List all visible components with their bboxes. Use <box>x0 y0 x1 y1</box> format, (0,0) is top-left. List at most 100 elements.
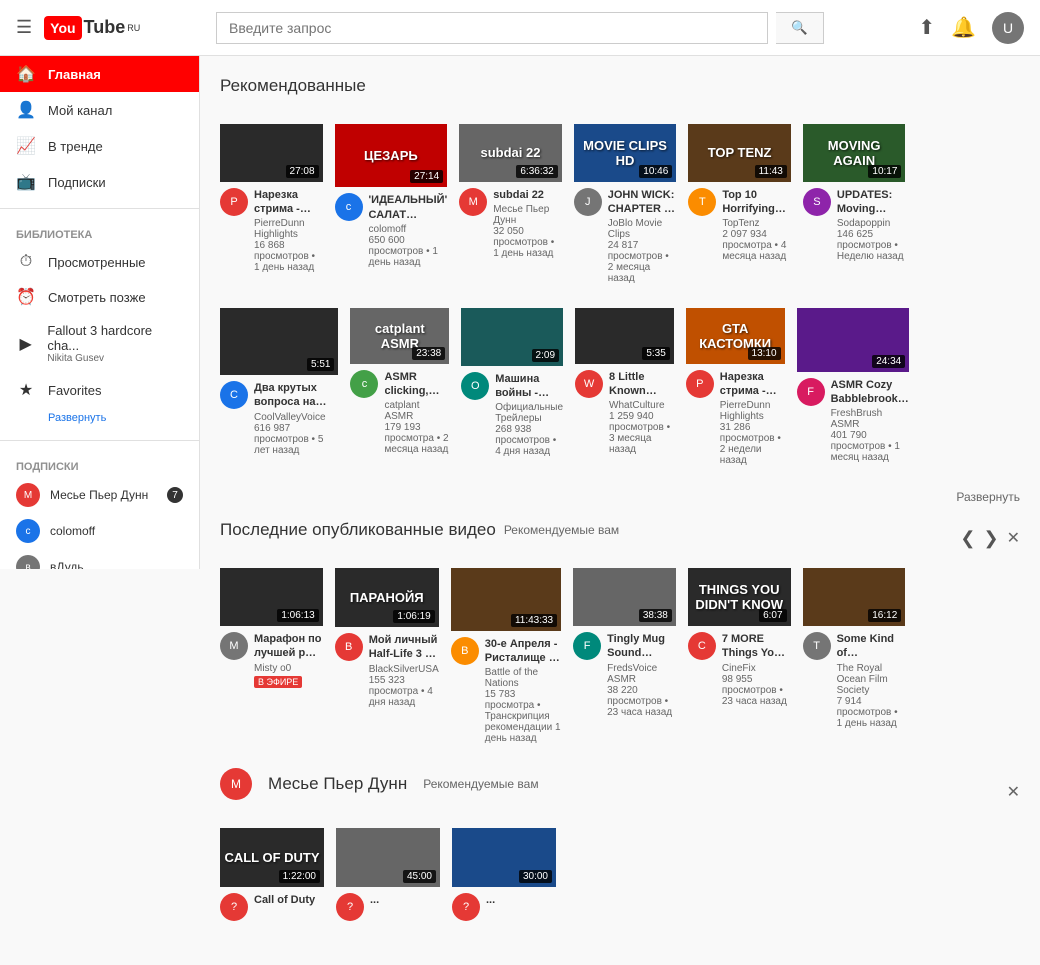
video-title: 30-е Апреля - Ристалище 1 (Русские комме… <box>485 637 561 666</box>
video-card[interactable]: 11:43:33 B 30-е Апреля - Ристалище 1 (Ру… <box>451 568 561 744</box>
sidebar-item-watch-later[interactable]: ⏰ Смотреть позже <box>0 279 199 315</box>
history-icon: ⏱ <box>16 253 36 271</box>
recent-grid: 1:06:13 M Марафон по лучшей рпг времени,… <box>220 568 1020 744</box>
video-card[interactable]: 5:51 C Два крутых вопроса на собеседован… <box>220 308 338 466</box>
video-info: T Top 10 Horrifying Facts about the ROMA… <box>688 182 791 263</box>
sidebar-item-subscriptions[interactable]: 📺 Подписки <box>0 164 199 200</box>
playlist-icon: ▶ <box>16 334 35 354</box>
library-expand-btn[interactable]: Развернуть <box>0 408 199 432</box>
video-card[interactable]: 16:12 T Some Kind of Connection - the Up… <box>803 568 906 744</box>
video-info: T Some Kind of Connection - the Up Serie… <box>803 626 906 729</box>
video-card[interactable]: MOVING AGAIN 10:17 S UPDATES: Moving Hou… <box>803 124 906 284</box>
mesdieux-close-btn[interactable]: ✕ <box>1007 782 1020 802</box>
video-title: Марафон по лучшей рпг времени, проходим … <box>254 632 323 661</box>
sidebar-fallout-sub: Nikita Gusev <box>47 353 183 364</box>
sidebar-item-my-channel[interactable]: 👤 Мой канал <box>0 92 199 128</box>
video-duration: 5:35 <box>642 347 669 360</box>
video-channel: Battle of the Nations <box>485 667 561 689</box>
avatar[interactable]: U <box>992 12 1024 44</box>
channel-avatar: c <box>350 370 378 398</box>
video-card[interactable]: 30:00 ? ... <box>452 828 556 921</box>
watch-later-icon: ⏰ <box>16 287 36 307</box>
video-channel: PierreDunn Highlights <box>254 218 323 240</box>
video-title: Машина войны - Русский Трейлер (2017) | … <box>495 372 563 401</box>
favorites-icon: ★ <box>16 380 36 400</box>
video-stats: 650 600 просмотров • 1 день назад <box>369 235 448 268</box>
upload-icon[interactable]: ⬆ <box>918 15 935 40</box>
hamburger-icon[interactable]: ☰ <box>16 17 32 38</box>
video-stats: 179 193 просмотра • 2 месяца назад <box>384 422 449 455</box>
sidebar-item-sub2[interactable]: c colomoff <box>0 513 199 549</box>
recent-close-btn[interactable]: ✕ <box>1007 528 1020 548</box>
recommended-title: Рекомендованные <box>220 76 366 96</box>
yt-logo-sup: RU <box>127 23 140 33</box>
video-meta: ... <box>370 893 440 921</box>
video-card[interactable]: 24:34 F ASMR Cozy Babblebrook Inn (With … <box>797 308 910 466</box>
sidebar-item-home[interactable]: 🏠 Главная <box>0 56 199 92</box>
video-meta: 30-е Апреля - Ристалище 1 (Русские комме… <box>485 637 561 745</box>
video-card[interactable]: ЦЕЗАРЬ 27:14 c 'ИДЕАЛЬНЫЙ' САЛАТ ЦЕЗАРЬ … <box>335 124 448 284</box>
video-info: C Два крутых вопроса на собеседовании на… <box>220 375 338 456</box>
video-title: Tingly Mug Sound Specialist - ASMR <box>607 632 676 661</box>
sidebar-item-sub3[interactable]: в вДудь <box>0 549 199 569</box>
video-meta: 'ИДЕАЛЬНЫЙ' САЛАТ ЦЕЗАРЬ от Дружко! (ну … <box>369 193 448 268</box>
search-input[interactable] <box>216 12 768 44</box>
video-card[interactable]: CALL OF DUTY 1:22:00 ? Call of Duty <box>220 828 324 921</box>
video-thumbnail: MOVIE CLIPS HD 10:46 <box>574 124 677 182</box>
video-thumbnail: catplant ASMR 23:38 <box>350 308 449 364</box>
video-title: ... <box>370 893 440 907</box>
video-card[interactable]: THINGS YOU DIDN'T KNOW 6:07 C 7 MORE Thi… <box>688 568 791 744</box>
sidebar-item-fallout[interactable]: ▶ Fallout 3 hardcore cha... Nikita Gusev <box>0 315 199 372</box>
sidebar-fallout-label: Fallout 3 hardcore cha... <box>47 323 183 353</box>
video-title: 8 Little Known Nuances That Make Tom Har… <box>609 370 674 399</box>
video-duration: 1:06:19 <box>393 610 434 623</box>
video-card[interactable]: 5:35 W 8 Little Known Nuances That Make … <box>575 308 674 466</box>
recommended-expand-btn[interactable]: Развернуть <box>220 490 1020 504</box>
search-button[interactable]: 🔍 <box>776 12 824 44</box>
video-card[interactable]: ПАРАНОЙЯ 1:06:19 B Мой личный Half-Life … <box>335 568 439 744</box>
video-meta: Мой личный Half-Life 3 • PREY [начало] B… <box>369 633 439 708</box>
sidebar-item-history[interactable]: ⏱ Просмотренные <box>0 245 199 279</box>
recent-next-arrow[interactable]: ❯ <box>984 528 999 549</box>
video-info: О Машина войны - Русский Трейлер (2017) … <box>461 366 563 458</box>
video-thumbnail: subdai 22 6:36:32 <box>459 124 562 182</box>
channel-avatar: B <box>451 637 479 665</box>
mesdieux-avatar: М <box>220 768 252 800</box>
sidebar-item-trending[interactable]: 📈 В тренде <box>0 128 199 164</box>
video-stats: 146 625 просмотров • Неделю назад <box>837 229 906 262</box>
bell-icon[interactable]: 🔔 <box>951 15 976 40</box>
video-channel: colomoff <box>369 224 448 235</box>
youtube-logo[interactable]: You Tube RU <box>44 16 140 40</box>
video-thumbnail: MOVING AGAIN 10:17 <box>803 124 906 182</box>
video-card[interactable]: MOVIE CLIPS HD 10:46 J JOHN WICK: CHAPTE… <box>574 124 677 284</box>
video-channel: CineFix <box>722 663 791 674</box>
sidebar-item-sub1[interactable]: М Месье Пьер Дунн 7 <box>0 477 199 513</box>
video-info: ? ... <box>452 887 556 921</box>
video-card[interactable]: 27:08 P Нарезка стрима - Resident Evil 7… <box>220 124 323 284</box>
video-meta: Tingly Mug Sound Specialist - ASMR Freds… <box>607 632 676 718</box>
video-thumbnail: 5:35 <box>575 308 674 364</box>
video-title: Call of Duty <box>254 893 324 907</box>
video-card[interactable]: subdai 22 6:36:32 М subdai 22 Месье Пьер… <box>459 124 562 284</box>
video-duration: 6:36:32 <box>516 165 557 178</box>
video-card[interactable]: 38:38 F Tingly Mug Sound Specialist - AS… <box>573 568 676 744</box>
video-meta: 8 Little Known Nuances That Make Tom Har… <box>609 370 674 456</box>
video-info: B 30-е Апреля - Ристалище 1 (Русские ком… <box>451 631 561 745</box>
video-thumbnail: 11:43:33 <box>451 568 561 630</box>
video-channel: Sodapoppin <box>837 218 906 229</box>
video-card[interactable]: 1:06:13 M Марафон по лучшей рпг времени,… <box>220 568 323 744</box>
search-icon: 🔍 <box>791 20 808 36</box>
video-card[interactable]: GTA КАСТОМКИ 13:10 P Нарезка стрима - GT… <box>686 308 785 466</box>
video-title: Top 10 Horrifying Facts about the ROMAN … <box>722 188 791 217</box>
recent-prev-arrow[interactable]: ❮ <box>960 528 975 549</box>
video-duration: 30:00 <box>519 870 552 883</box>
video-duration: 24:34 <box>872 355 905 368</box>
video-title: Два крутых вопроса на собеседовании на р… <box>254 381 338 410</box>
video-card[interactable]: 45:00 ? ... <box>336 828 440 921</box>
video-card[interactable]: 2:09 О Машина войны - Русский Трейлер (2… <box>461 308 563 466</box>
sidebar-item-favorites[interactable]: ★ Favorites <box>0 372 199 408</box>
video-card[interactable]: catplant ASMR 23:38 c ASMR clicking, scr… <box>350 308 449 466</box>
video-duration: 13:10 <box>748 347 781 360</box>
video-thumbnail: 1:06:13 <box>220 568 323 626</box>
video-card[interactable]: TOP TENZ 11:43 T Top 10 Horrifying Facts… <box>688 124 791 284</box>
